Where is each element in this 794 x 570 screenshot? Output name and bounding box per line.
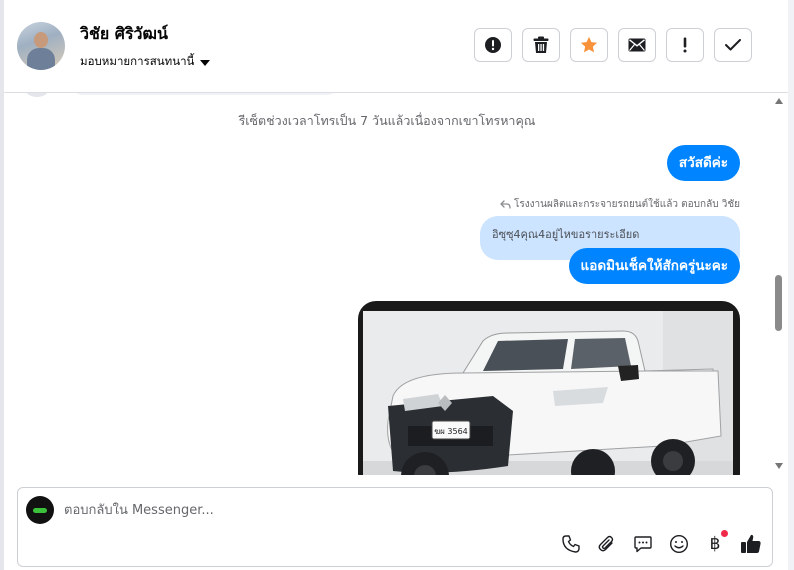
message-thread[interactable]: รีเซ็ตช่วงเวลาโทรเป็น 7 วันแล้วเนื่องจาก… (4, 93, 770, 475)
reply-input[interactable] (64, 500, 464, 520)
reply-arrow-icon (500, 200, 511, 209)
contact-name[interactable]: วิชัย ศิริวัฒน์ (80, 22, 168, 47)
trash-icon (533, 36, 549, 53)
alert-circle-icon (485, 37, 501, 53)
photo-attachment[interactable]: ฆผ 3564 (358, 301, 740, 475)
conversation-header: วิชัย ศิริวัฒน์ มอบหมายการสนทนานี้ (4, 0, 788, 93)
header-toolbar (474, 28, 752, 62)
previous-message-bubble (74, 93, 336, 95)
reply-composer: ฿ (17, 487, 773, 567)
baht-symbol: ฿ (709, 534, 721, 554)
window-right-border (788, 0, 794, 570)
previous-sender-avatar (24, 93, 50, 97)
mark-unread-button[interactable] (618, 28, 656, 62)
scroll-down-arrow-icon[interactable] (775, 463, 783, 469)
assign-label: มอบหมายการสนทนานี้ (80, 54, 195, 68)
quoted-message-text: อิซุซุ4คุณ4อยู่ไหขอรายระเอียด (492, 228, 640, 241)
paperclip-icon[interactable] (596, 533, 618, 555)
scrollbar-thumb[interactable] (775, 275, 782, 331)
baht-icon[interactable]: ฿ (704, 530, 728, 555)
thread-scrollbar[interactable] (772, 93, 786, 475)
pickup-truck-photo: ฆผ 3564 (363, 311, 733, 475)
system-note: รีเซ็ตช่วงเวลาโทรเป็น 7 วันแล้วเนื่องจาก… (238, 113, 536, 128)
star-button[interactable] (570, 28, 608, 62)
message-bubble-outgoing[interactable]: แอดมินเช็คให้สักครู่นะคะ (568, 248, 740, 284)
follow-up-button[interactable] (666, 28, 704, 62)
checkmark-icon (725, 39, 741, 51)
page-avatar (26, 496, 54, 524)
reply-context: โรงงานผลิตและกระจายรถยนต์ใช้แล้ว ตอบกลับ… (500, 197, 740, 212)
delete-button[interactable] (522, 28, 560, 62)
caret-down-icon (200, 59, 211, 66)
phone-icon[interactable] (560, 533, 582, 555)
composer-actions: ฿ (560, 530, 762, 555)
star-icon (580, 36, 598, 53)
license-plate: ฆผ 3564 (434, 427, 468, 436)
saved-reply-icon[interactable] (632, 533, 654, 555)
envelope-icon (628, 38, 646, 52)
message-bubble-outgoing[interactable]: สวัสดีค่ะ (666, 145, 740, 181)
spam-button[interactable] (474, 28, 512, 62)
scroll-up-arrow-icon[interactable] (775, 98, 783, 104)
contact-avatar[interactable] (17, 22, 65, 70)
emoji-icon[interactable] (668, 533, 690, 555)
notification-dot (721, 530, 728, 537)
mark-done-button[interactable] (714, 28, 752, 62)
thumbs-up-icon[interactable] (740, 533, 762, 555)
assign-conversation-dropdown[interactable]: มอบหมายการสนทนานี้ (80, 53, 211, 71)
reply-context-label: โรงงานผลิตและกระจายรถยนต์ใช้แล้ว ตอบกลับ… (514, 199, 740, 210)
exclamation-icon (683, 37, 687, 53)
